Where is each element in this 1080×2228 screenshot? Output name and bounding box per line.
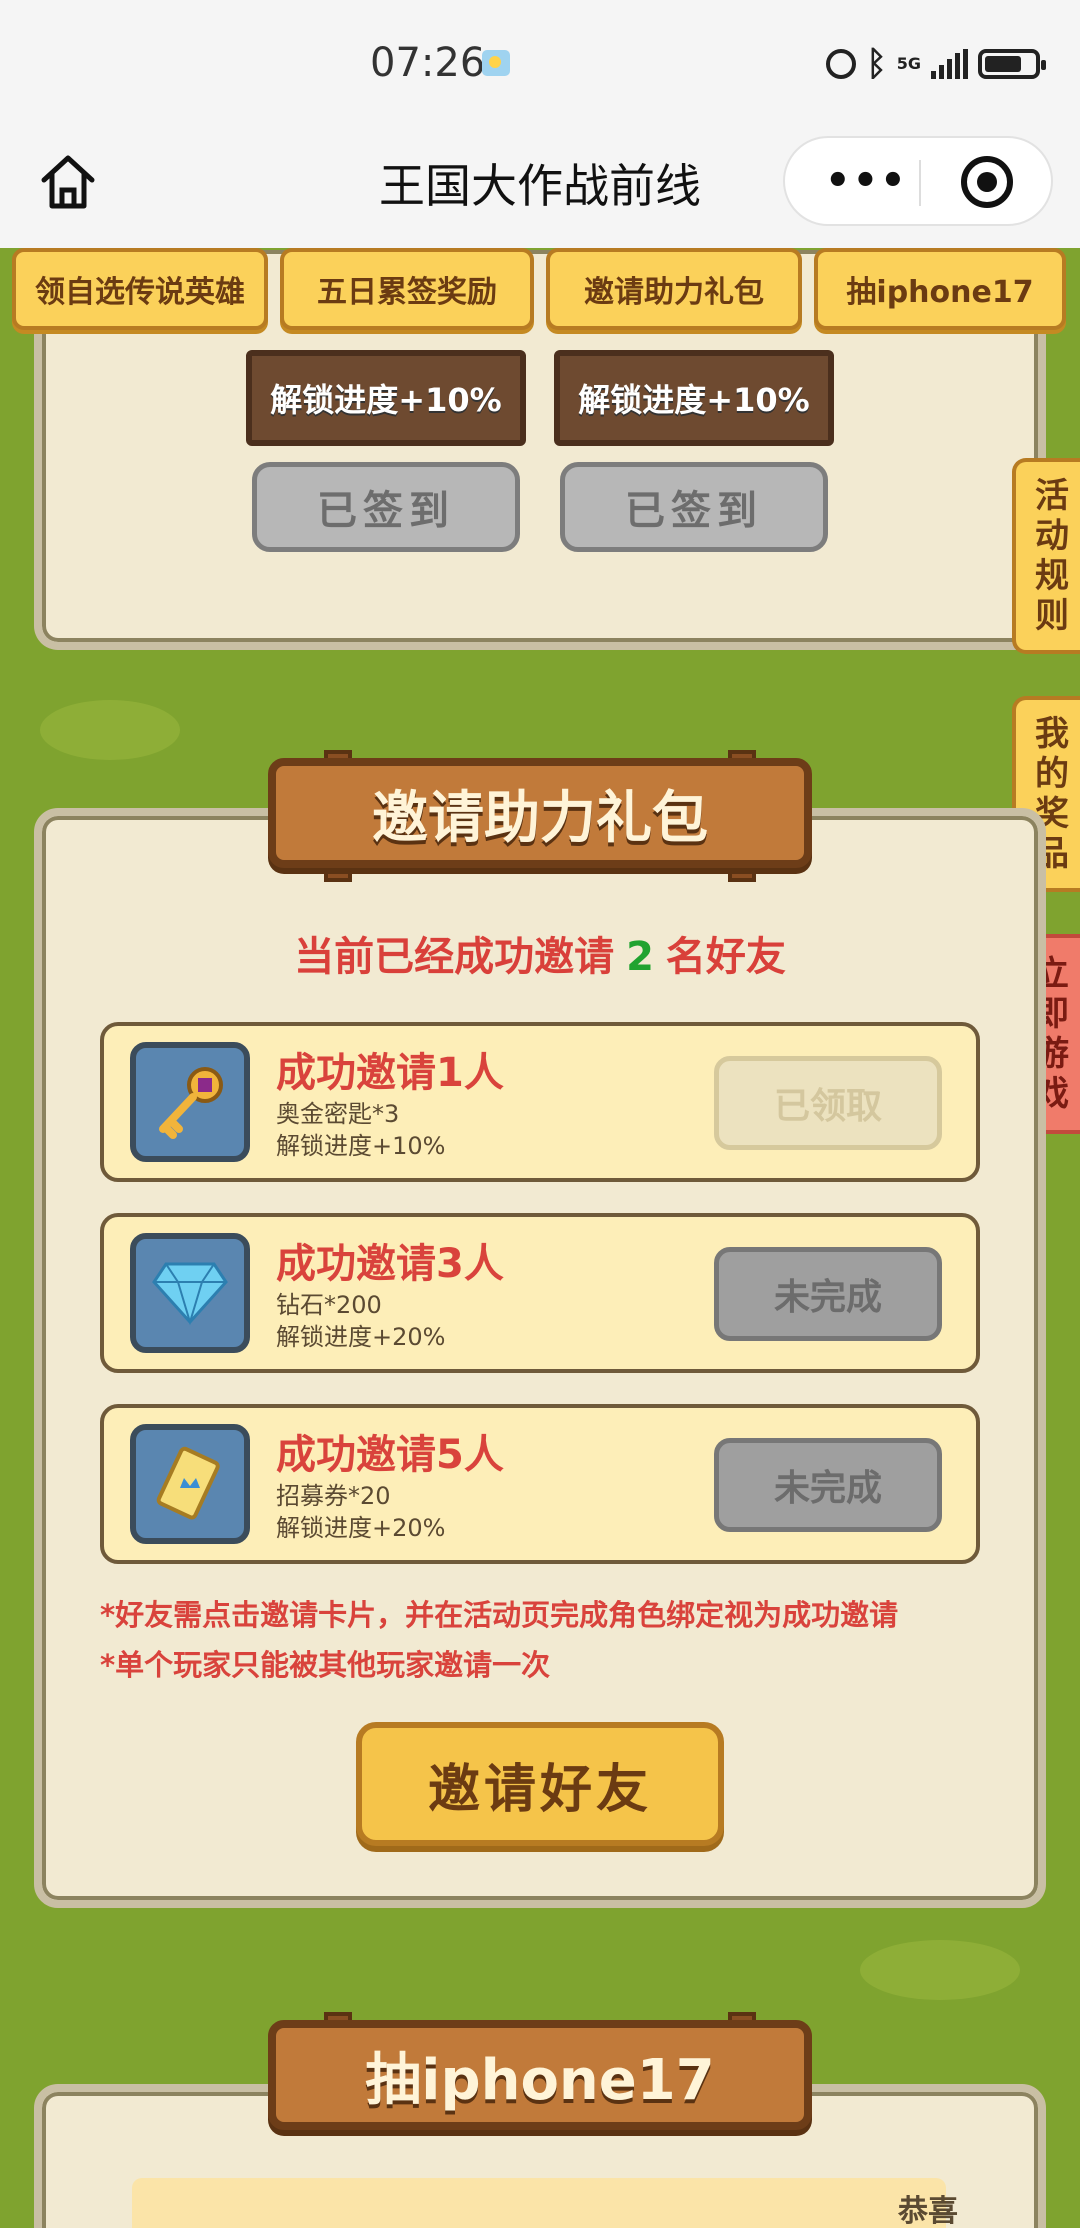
capsule-divider (919, 160, 921, 206)
claimed-button[interactable]: 已领取 (714, 1056, 942, 1150)
grass-decoration (860, 1940, 1020, 2000)
reward-row: 成功邀请3人 钻石*200 解锁进度+20% 未完成 (100, 1213, 980, 1373)
congrats-text: 恭喜 (898, 2194, 958, 2228)
reward-item: 钻石*200 (276, 1291, 382, 1319)
invite-count: 2 (626, 934, 654, 980)
invite-note: *单个玩家只能被其他玩家邀请一次 (100, 1648, 551, 1682)
tab-iphone-draw[interactable]: 抽iphone17 (814, 248, 1066, 330)
more-icon[interactable]: ••• (825, 158, 908, 204)
reward-progress: 解锁进度+20% (276, 1514, 446, 1542)
battery-icon (978, 49, 1046, 79)
checkin-unlock-bar: 解锁进度+10% (246, 350, 526, 446)
signal-icon (931, 49, 968, 79)
invite-section-title: 邀请助力礼包 (268, 758, 812, 868)
invite-status: 当前已经成功邀请 2 名好友 (0, 924, 1080, 982)
invite-status-prefix: 当前已经成功邀请 (294, 934, 615, 980)
network-label: 5G (896, 54, 921, 73)
invite-note: *好友需点击邀请卡片，并在活动页完成角色绑定视为成功邀请 (100, 1598, 899, 1632)
alarm-icon (826, 49, 857, 79)
tab-legend-hero[interactable]: 领自选传说英雄 (12, 248, 268, 330)
signed-in-button[interactable]: 已签到 (252, 462, 520, 552)
reward-progress: 解锁进度+20% (276, 1323, 446, 1351)
activity-tabs: 领自选传说英雄 五日累签奖励 邀请助力礼包 抽iphone17 (10, 248, 1070, 332)
reward-progress: 解锁进度+10% (276, 1132, 446, 1160)
checkin-unlock-bar: 解锁进度+10% (554, 350, 834, 446)
ticket-icon (130, 1424, 250, 1544)
reward-item: 招募券*20 (276, 1482, 391, 1510)
reward-title: 成功邀请1人 (276, 1050, 504, 1096)
status-time: 07:26 (370, 40, 486, 86)
invite-friends-button[interactable]: 邀请好友 (356, 1722, 724, 1846)
reward-row: 成功邀请1人 奥金密匙*3 解锁进度+10% 已领取 (100, 1022, 980, 1182)
invite-status-suffix: 名好友 (665, 934, 786, 980)
weather-icon (482, 50, 510, 76)
status-icons: ᛒ 5G (826, 44, 1046, 84)
incomplete-button[interactable]: 未完成 (714, 1438, 942, 1532)
reward-row: 成功邀请5人 招募券*20 解锁进度+20% 未完成 (100, 1404, 980, 1564)
mini-program-capsule: ••• (783, 136, 1053, 226)
signed-in-button[interactable]: 已签到 (560, 462, 828, 552)
nav-bar: 王国大作战前线 ••• (0, 120, 1080, 248)
tab-five-day-checkin[interactable]: 五日累签奖励 (280, 248, 534, 330)
bluetooth-icon: ᛒ (866, 44, 887, 84)
close-target-icon[interactable] (961, 156, 1013, 208)
side-tab-label: 活 (1035, 476, 1069, 516)
congrats-marquee (132, 2178, 946, 2228)
reward-item: 奥金密匙*3 (276, 1100, 400, 1128)
key-icon (130, 1042, 250, 1162)
tab-invite-gift[interactable]: 邀请助力礼包 (546, 248, 802, 330)
reward-title: 成功邀请5人 (276, 1432, 504, 1478)
side-tab-rules[interactable]: 活动规则 (1012, 458, 1080, 654)
incomplete-button[interactable]: 未完成 (714, 1247, 942, 1341)
status-bar: 07:26 ᛒ 5G (0, 0, 1080, 120)
reward-title: 成功邀请3人 (276, 1241, 504, 1287)
iphone-section-title: 抽iphone17 (268, 2020, 812, 2130)
diamond-icon (130, 1233, 250, 1353)
grass-decoration (40, 700, 180, 760)
